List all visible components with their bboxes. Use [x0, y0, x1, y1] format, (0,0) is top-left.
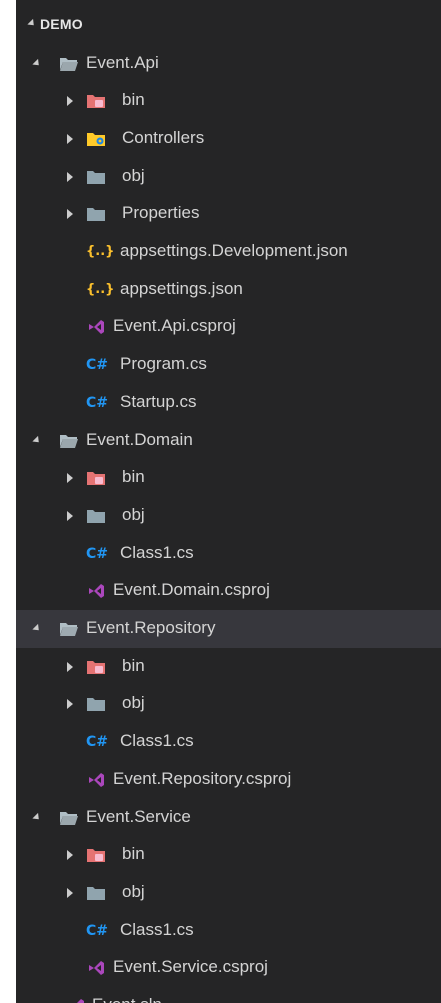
- visual-studio-project-icon: [66, 996, 86, 1003]
- tree-file-row[interactable]: Event.Api.csproj: [16, 308, 441, 346]
- tree-item-label: appsettings.json: [120, 278, 243, 298]
- tree-item-label: Class1.cs: [120, 731, 194, 751]
- tree-folder-row[interactable]: bin: [16, 836, 441, 874]
- chevron-right-icon[interactable]: [64, 661, 76, 673]
- tree-folder-row[interactable]: Event.Domain: [16, 422, 441, 460]
- tree-item-label: Event.Service: [86, 806, 191, 826]
- explorer-section-header[interactable]: DEMO: [16, 12, 441, 38]
- visual-studio-project-icon: [86, 581, 106, 601]
- chevron-right-icon[interactable]: [64, 849, 76, 861]
- csharp-file-icon: C#: [86, 922, 109, 939]
- tree-folder-row[interactable]: Event.Api: [16, 45, 441, 83]
- chevron-down-icon[interactable]: [32, 58, 44, 70]
- chevron-right-icon[interactable]: [64, 208, 76, 220]
- tree-file-row[interactable]: C# Startup.cs: [16, 384, 441, 422]
- folder-open-icon: [59, 810, 79, 830]
- tree-folder-row[interactable]: obj: [16, 874, 441, 912]
- visual-studio-project-icon: [86, 770, 106, 790]
- csharp-file-icon: C#: [86, 357, 109, 374]
- chevron-down-icon[interactable]: [32, 812, 44, 824]
- tree-folder-row[interactable]: obj: [16, 685, 441, 723]
- folder-icon: [86, 206, 106, 226]
- tree-file-row[interactable]: {..} appsettings.Development.json: [16, 233, 441, 271]
- folder-bin-icon: [86, 470, 106, 490]
- tree-item-label: bin: [122, 90, 145, 110]
- visual-studio-project-icon: [86, 317, 106, 337]
- tree-item-label: Class1.cs: [120, 919, 194, 939]
- tree-item-label: obj: [122, 165, 145, 185]
- chevron-right-icon[interactable]: [64, 133, 76, 145]
- tree-item-label: Startup.cs: [120, 391, 197, 411]
- chevron-down-icon: [27, 18, 37, 29]
- tree-file-row[interactable]: Event.sln: [16, 987, 441, 1003]
- folder-bin-icon: [86, 93, 106, 113]
- tree-item-label: Event.Domain: [86, 429, 193, 449]
- chevron-right-icon[interactable]: [64, 95, 76, 107]
- chevron-right-icon[interactable]: [64, 698, 76, 710]
- tree-file-row[interactable]: Event.Domain.csproj: [16, 572, 441, 610]
- tree-file-row[interactable]: C# Class1.cs: [16, 723, 441, 761]
- section-title: DEMO: [40, 16, 83, 32]
- csharp-file-icon: C#: [86, 545, 109, 562]
- folder-open-icon: [59, 56, 79, 76]
- folder-bin-icon: [86, 659, 106, 679]
- tree-item-label: Class1.cs: [120, 542, 194, 562]
- visual-studio-project-icon: [86, 958, 106, 978]
- tree-folder-row[interactable]: obj: [16, 497, 441, 535]
- tree-item-label: Event.Domain.csproj: [113, 580, 270, 600]
- tree-item-label: bin: [122, 844, 145, 864]
- tree-item-label: Event.Repository.csproj: [113, 768, 292, 788]
- chevron-right-icon[interactable]: [64, 887, 76, 899]
- tree-file-row[interactable]: C# Class1.cs: [16, 535, 441, 573]
- folder-icon: [86, 508, 106, 528]
- tree-item-label: Event.sln: [92, 995, 162, 1003]
- tree-folder-row[interactable]: bin: [16, 459, 441, 497]
- tree-item-label: Controllers: [122, 127, 205, 147]
- tree-folder-row[interactable]: Controllers: [16, 120, 441, 158]
- tree-folder-row[interactable]: bin: [16, 82, 441, 120]
- tree-item-label: Event.Repository: [86, 618, 216, 637]
- tree-item-label: Event.Service.csproj: [113, 957, 268, 977]
- tree-file-row[interactable]: C# Class1.cs: [16, 912, 441, 950]
- chevron-right-icon[interactable]: [64, 472, 76, 484]
- folder-controllers-icon: [86, 131, 106, 151]
- tree-file-row[interactable]: {..} appsettings.json: [16, 271, 441, 309]
- tree-folder-row[interactable]: Event.Repository: [16, 610, 441, 648]
- folder-icon: [86, 169, 106, 189]
- tree-item-label: Event.Api.csproj: [113, 316, 236, 336]
- folder-icon: [86, 885, 106, 905]
- chevron-down-icon[interactable]: [32, 435, 44, 447]
- chevron-down-icon[interactable]: [32, 623, 44, 635]
- tree-file-row[interactable]: C# Program.cs: [16, 346, 441, 384]
- tree-folder-row[interactable]: obj: [16, 158, 441, 196]
- folder-open-icon: [59, 621, 79, 641]
- folder-open-icon: [59, 433, 79, 453]
- tree-item-label: obj: [122, 504, 145, 524]
- tree-folder-row[interactable]: Properties: [16, 195, 441, 233]
- tree-folder-row[interactable]: Event.Service: [16, 799, 441, 837]
- folder-icon: [86, 696, 106, 716]
- tree-item-label: bin: [122, 655, 145, 675]
- csharp-file-icon: C#: [86, 734, 109, 751]
- chevron-right-icon[interactable]: [64, 171, 76, 183]
- tree-item-label: obj: [122, 693, 145, 713]
- csharp-file-icon: C#: [86, 394, 109, 411]
- chevron-right-icon[interactable]: [64, 510, 76, 522]
- tree-item-label: bin: [122, 467, 145, 487]
- tree-item-label: appsettings.Development.json: [120, 241, 348, 260]
- tree-item-label: Properties: [122, 203, 200, 223]
- tree-file-row[interactable]: Event.Repository.csproj: [16, 761, 441, 799]
- tree-folder-row[interactable]: bin: [16, 648, 441, 686]
- tree-item-label: obj: [122, 881, 145, 901]
- tree-file-row[interactable]: Event.Service.csproj: [16, 949, 441, 987]
- tree-item-label: Program.cs: [120, 354, 207, 374]
- folder-bin-icon: [86, 847, 106, 867]
- json-file-icon: {..}: [86, 244, 115, 259]
- explorer-panel: DEMO Event.Api bin Controllers obj Propertie…: [16, 0, 441, 1003]
- tree-item-label: Event.Api: [86, 52, 159, 72]
- json-file-icon: {..}: [86, 281, 115, 297]
